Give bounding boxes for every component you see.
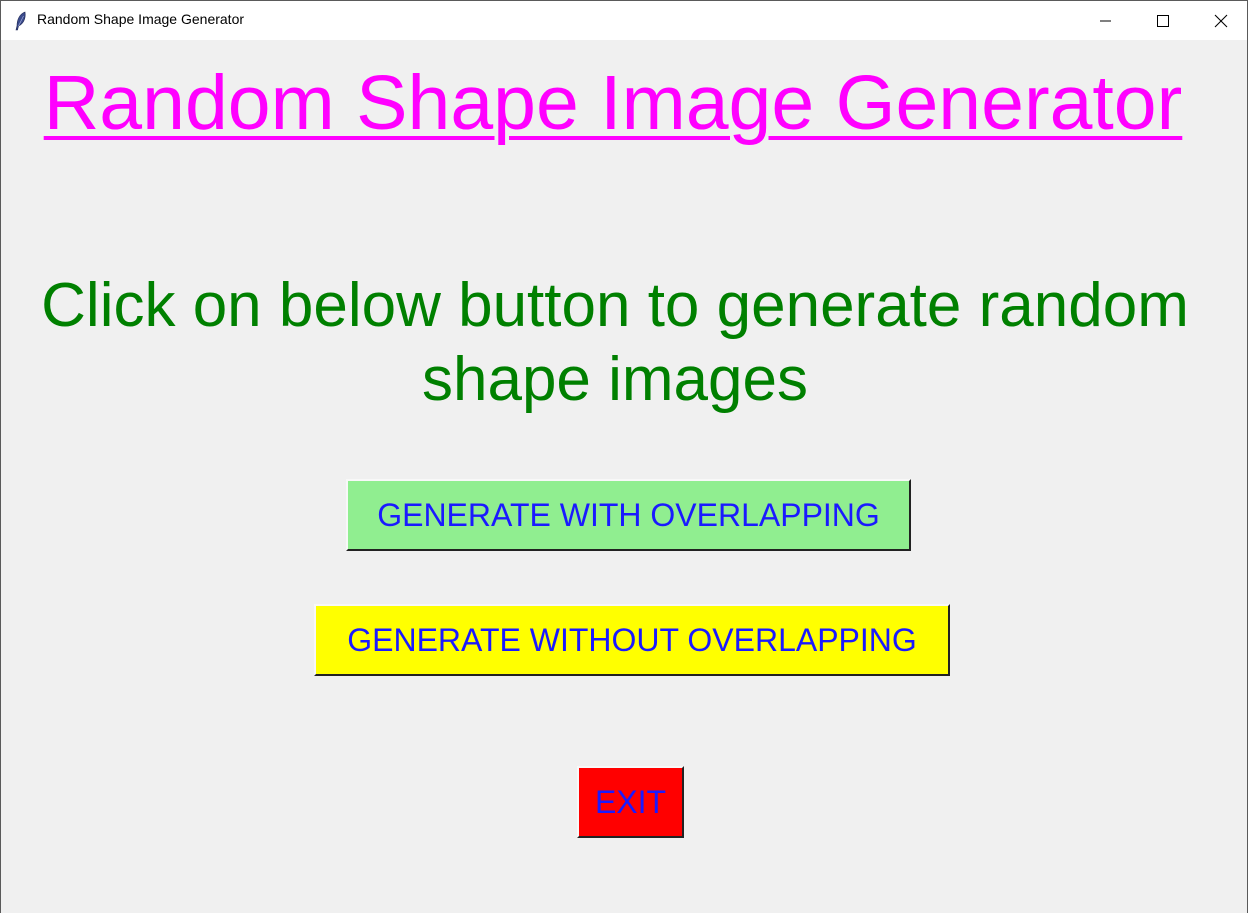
close-button[interactable]: [1192, 1, 1248, 40]
window-title: Random Shape Image Generator: [37, 11, 245, 27]
generate-with-overlapping-button[interactable]: GENERATE WITH OVERLAPPING: [346, 479, 911, 551]
close-icon: [1214, 14, 1228, 28]
minimize-button[interactable]: [1076, 1, 1134, 40]
app-window: Random Shape Image Generator Random Shap…: [0, 0, 1248, 913]
maximize-icon: [1157, 15, 1169, 27]
generate-without-overlapping-button[interactable]: GENERATE WITHOUT OVERLAPPING: [314, 604, 950, 676]
maximize-button[interactable]: [1134, 1, 1192, 40]
exit-button[interactable]: EXIT: [577, 766, 684, 838]
instruction-text: Click on below button to generate random…: [41, 271, 1189, 414]
page-title: Random Shape Image Generator: [43, 60, 1183, 146]
title-bar[interactable]: Random Shape Image Generator: [1, 1, 1247, 40]
minimize-icon: [1100, 20, 1111, 22]
feather-icon: [15, 11, 26, 31]
